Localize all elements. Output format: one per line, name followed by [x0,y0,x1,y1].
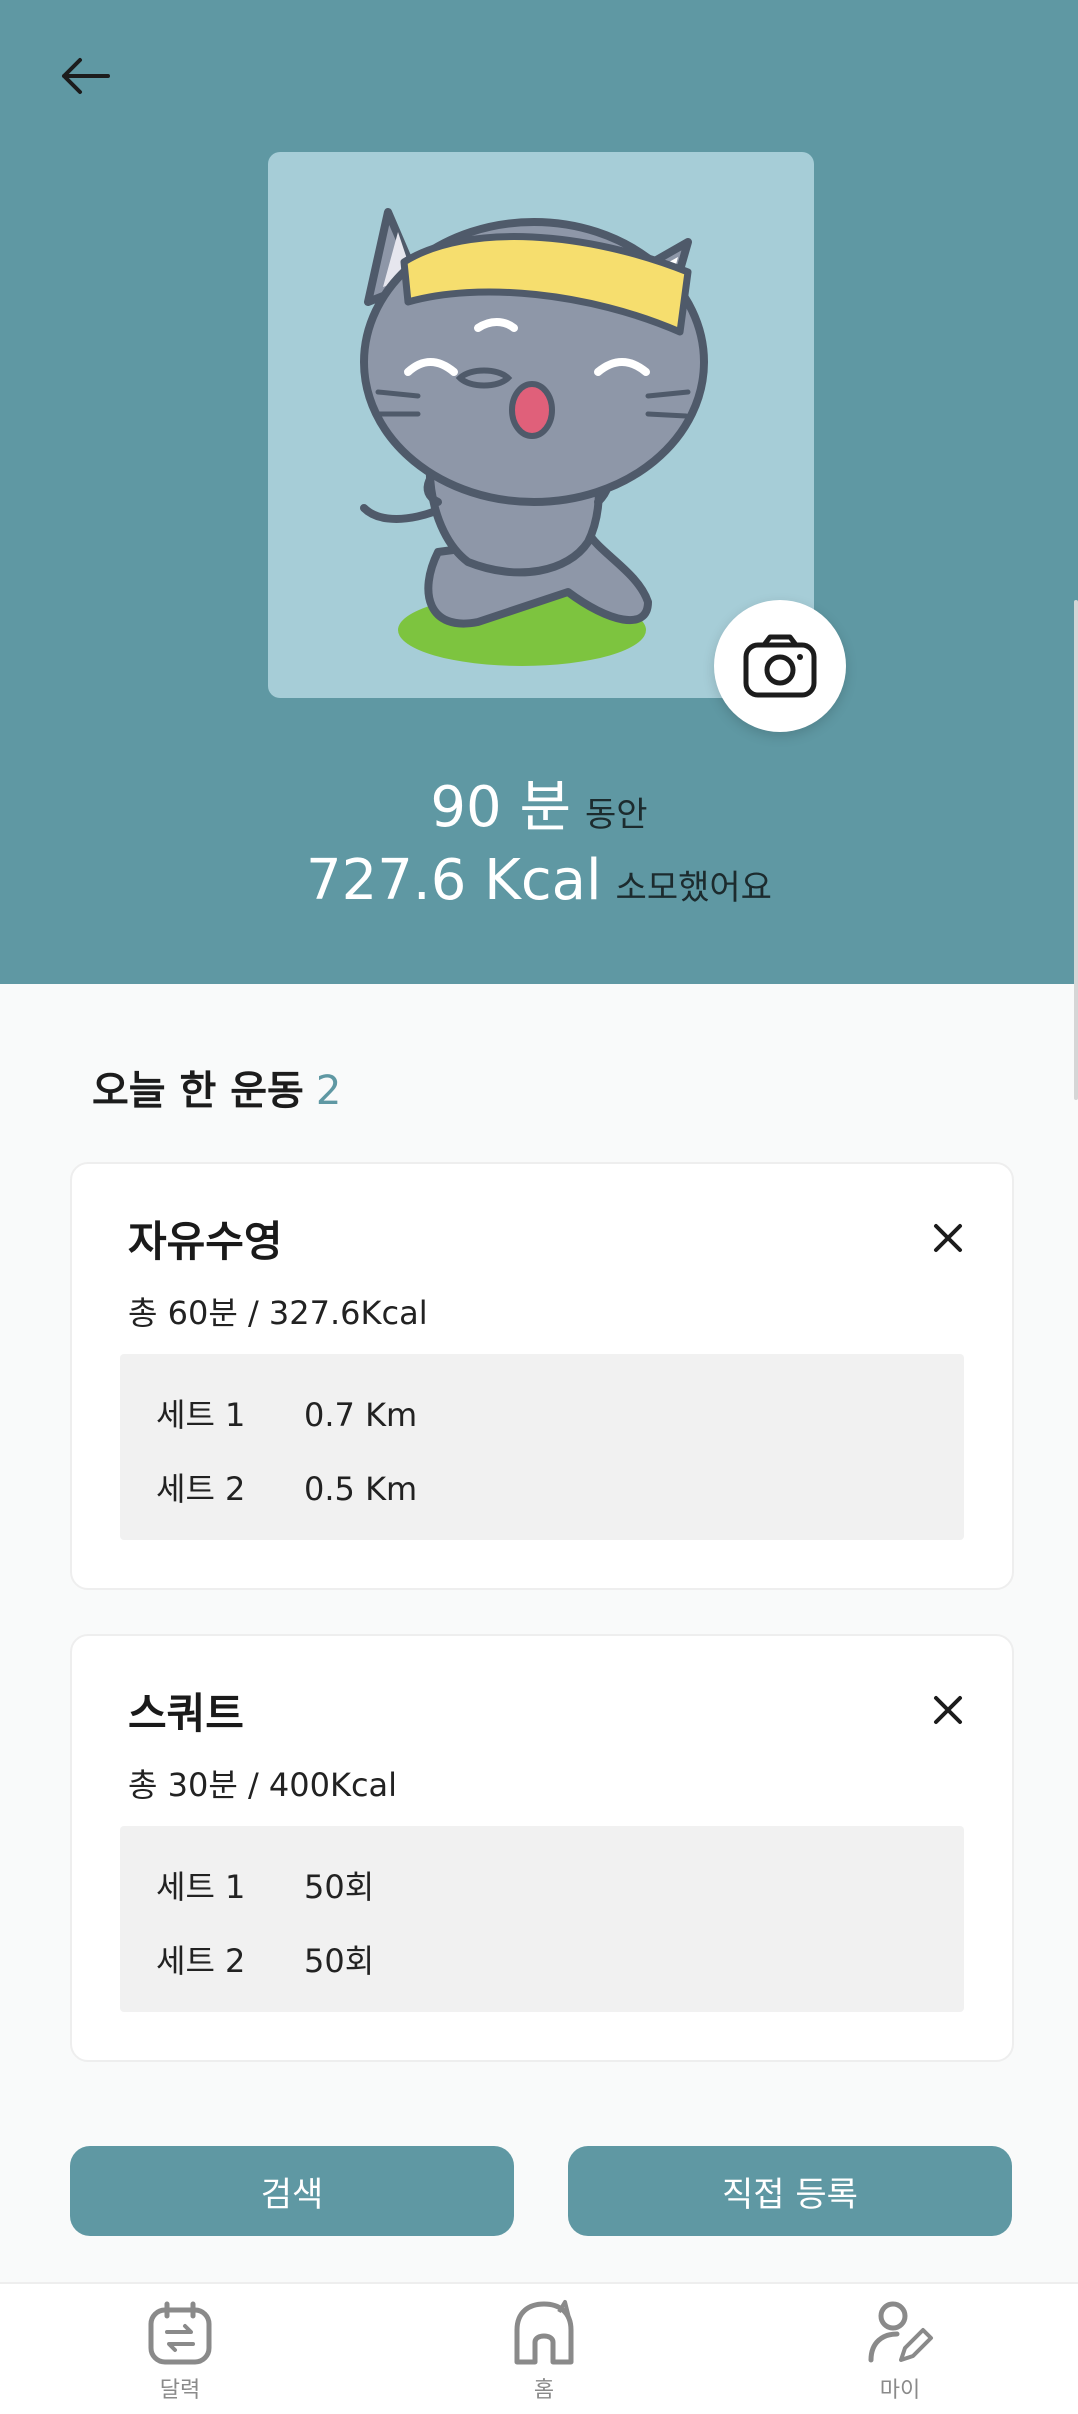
nav-home[interactable]: 홈 [464,2298,624,2408]
minutes-suffix: 동안 [585,795,648,835]
close-icon [934,1224,962,1252]
cat-illustration [360,208,708,666]
delete-exercise-button[interactable] [926,1216,970,1260]
section-title-text: 오늘 한 운동 [92,1068,304,1114]
calorie-summary: 727.6 Kcal 소모했어요 [0,848,1078,913]
nav-my[interactable]: 마이 [820,2298,980,2408]
section-title: 오늘 한 운동 2 [92,1058,341,1116]
total-minutes: 90 분 [430,775,572,840]
nav-my-label: 마이 [879,2378,921,2403]
exercise-summary: 총 30분 / 400Kcal [128,1766,398,1804]
delete-exercise-button[interactable] [926,1688,970,1732]
profile-edit-icon [868,2301,933,2363]
set-label: 세트 2 [156,1942,246,1980]
set-row: 세트 1 0.7 Km [156,1390,417,1436]
set-value: 0.7 Km [304,1396,418,1434]
set-value: 0.5 Km [304,1470,418,1508]
set-row: 세트 2 0.5 Km [156,1464,417,1510]
set-label: 세트 2 [156,1470,246,1508]
set-label: 세트 1 [156,1868,246,1906]
home-icon [514,2300,574,2365]
search-button[interactable]: 검색 [70,2146,514,2236]
summary-header: 90 분 동안 727.6 Kcal 소모했어요 [0,0,1078,984]
camera-button[interactable] [714,600,846,732]
exercise-card: 스쿼트 총 30분 / 400Kcal 세트 1 50회 세트 2 50회 [70,1634,1014,2062]
exercise-photo [268,152,814,698]
set-label: 세트 1 [156,1396,246,1434]
bottom-nav: 달력 홈 마이 [0,2282,1078,2414]
exercise-count: 2 [315,1068,342,1114]
total-kcal: 727.6 Kcal [306,848,602,913]
exercise-card: 자유수영 총 60분 / 327.6Kcal 세트 1 0.7 Km 세트 2 0.… [70,1162,1014,1590]
duration-summary: 90 분 동안 [0,762,1078,843]
nav-home-label: 홈 [533,2378,555,2403]
manual-register-button[interactable]: 직접 등록 [568,2146,1012,2236]
set-list: 세트 1 0.7 Km 세트 2 0.5 Km [120,1354,964,1540]
close-icon [934,1696,962,1724]
set-value: 50회 [304,1942,375,1980]
calendar-icon [148,2301,212,2365]
camera-icon [743,634,817,698]
nav-calendar-label: 달력 [159,2378,201,2403]
set-list: 세트 1 50회 세트 2 50회 [120,1826,964,2012]
set-row: 세트 2 50회 [156,1936,374,1982]
arrow-left-icon [62,58,110,94]
nav-calendar[interactable]: 달력 [100,2298,260,2408]
exercise-summary: 총 60분 / 327.6Kcal [128,1294,428,1332]
exercise-name: 스쿼트 [128,1689,244,1738]
back-button[interactable] [54,46,114,106]
exercise-name: 자유수영 [128,1217,283,1266]
kcal-suffix: 소모했어요 [615,868,772,908]
set-value: 50회 [304,1868,375,1906]
scrollbar[interactable] [1074,600,1078,1100]
set-row: 세트 1 50회 [156,1862,374,1908]
